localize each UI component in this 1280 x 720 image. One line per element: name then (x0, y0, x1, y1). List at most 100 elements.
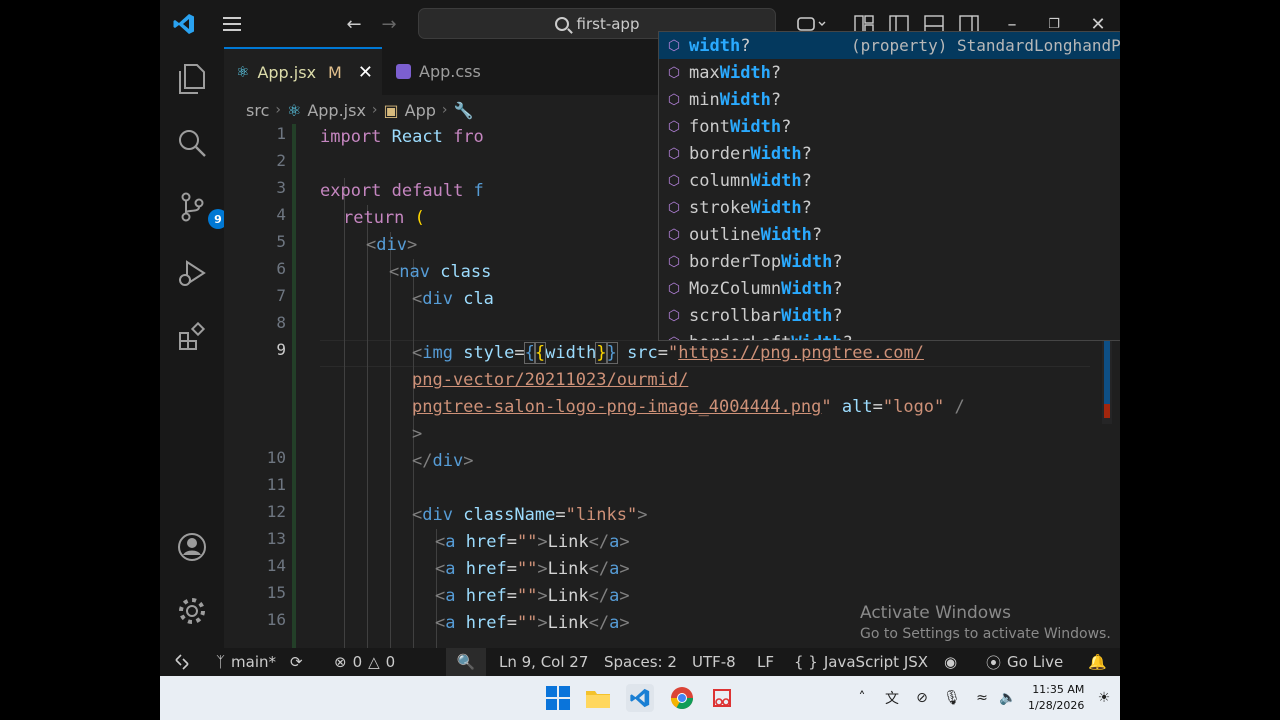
line-number: 11 (266, 475, 286, 494)
suggestion-item[interactable]: ⬡ border Width? (659, 140, 1120, 167)
property-icon: ⬡ (667, 226, 681, 243)
git-branch-icon: ᛉ (216, 653, 226, 671)
suggestion-item[interactable]: ⬡ stroke Width? (659, 194, 1120, 221)
code-line: export default f (320, 181, 484, 201)
line-number: 13 (266, 529, 286, 548)
problems-status[interactable]: ⊗ 0 △ 0 (334, 648, 395, 676)
suggestion-detail: (property) StandardLonghandProperties… (851, 36, 1120, 55)
notifications-bell-icon[interactable]: 🔔 (1088, 648, 1107, 676)
network-off-icon[interactable]: ⊘ (908, 684, 936, 712)
line-number: 3 (276, 178, 286, 197)
status-bar: ᛉ main* ⟳ ⊗ 0 △ 0 🔍 Ln 9, Col 27 Spaces:… (160, 648, 1120, 676)
property-icon: ⬡ (659, 335, 689, 341)
code-line: <div className="links"> (412, 505, 648, 525)
suggestion-item[interactable]: ⬡ borderTop Width? (659, 248, 1120, 275)
property-icon: ⬡ (667, 145, 681, 162)
code-line: <nav class (389, 262, 492, 282)
indentation-status[interactable]: Spaces: 2 (604, 648, 677, 676)
file-explorer-icon[interactable] (584, 684, 612, 712)
windows-start-icon[interactable] (544, 684, 572, 712)
property-icon: ⬡ (667, 118, 681, 135)
settings-gear-icon[interactable] (174, 593, 210, 629)
suggestion-item[interactable]: ⬡ min Width? (659, 86, 1120, 113)
speaker-icon[interactable]: 🔈 (994, 684, 1022, 712)
wifi-icon[interactable]: ≈ (968, 684, 996, 712)
copilot-status-icon[interactable]: ◉ (944, 648, 957, 676)
snipping-tool-icon[interactable] (708, 684, 736, 712)
property-icon: ⬡ (667, 199, 681, 216)
microphone-icon[interactable]: 🎙 (938, 684, 966, 712)
extensions-icon[interactable] (174, 319, 210, 355)
chrome-icon[interactable] (668, 684, 696, 712)
clock-date: 1/28/2026 (1028, 699, 1085, 712)
vscode-taskbar-icon[interactable] (626, 684, 654, 712)
encoding-status[interactable]: UTF-8 (692, 648, 736, 676)
suggestion-item[interactable]: ⬡ font Width? (659, 113, 1120, 140)
watermark-title: Activate Windows (860, 603, 1011, 623)
remote-icon[interactable] (174, 648, 190, 676)
property-icon: ⬡ (667, 172, 681, 189)
suggestion-item[interactable]: ⬡ scrollbar Width? (659, 302, 1120, 329)
suggestion-item[interactable]: ⬡ width? (property) StandardLonghandProp… (659, 32, 1120, 59)
line-number: 9 (276, 340, 286, 359)
suggestion-item[interactable]: ⬡ max Width? (659, 59, 1120, 86)
breadcrumb-file[interactable]: App.jsx (307, 101, 366, 120)
git-gutter (292, 124, 296, 648)
breadcrumb: src › ⚛ App.jsx › ▣ App › 🔧 (246, 97, 473, 123)
watermark-subtitle: Go to Settings to activate Windows. (860, 626, 1111, 642)
line-number: 12 (266, 502, 286, 521)
notification-center-icon[interactable]: ☀ (1090, 684, 1118, 712)
code-line: return ( (343, 208, 425, 228)
suggestion-item[interactable]: ⬡ column Width? (659, 167, 1120, 194)
branch-status[interactable]: ᛉ main* (216, 648, 276, 676)
warning-icon: △ (368, 653, 380, 671)
code-line: <a href="">Link</a> (435, 559, 630, 579)
code-line-wrap: > (412, 424, 423, 444)
breadcrumb-symbol[interactable]: App (405, 101, 436, 120)
sync-icon[interactable]: ⟳ (290, 648, 303, 676)
breadcrumb-folder[interactable]: src (246, 101, 269, 120)
close-tab-icon[interactable]: ✕ (358, 62, 373, 83)
line-number: 8 (276, 313, 286, 332)
line-number: 10 (266, 448, 286, 467)
language-input-icon[interactable]: 文 (878, 684, 906, 712)
property-icon: ⬡ (667, 91, 681, 108)
code-line-wrap: pngtree-salon-logo-png-image_4004444.png… (412, 397, 965, 417)
code-line-current: <img style={{width}} src="https://png.pn… (412, 342, 924, 364)
search-icon (554, 16, 569, 31)
line-number: 7 (276, 286, 286, 305)
search-icon[interactable] (174, 125, 210, 161)
property-icon: ⬡ (667, 280, 681, 297)
autocomplete-suggestions: ⬡ width? (property) StandardLonghandProp… (658, 31, 1120, 341)
code-line: import React fro (320, 127, 484, 147)
overview-ruler-error-mark (1104, 404, 1110, 418)
suggestion-item[interactable]: ⬡ MozColumn Width? (659, 275, 1120, 302)
language-mode[interactable]: { } JavaScript JSX (794, 648, 928, 676)
account-icon[interactable] (174, 529, 210, 565)
chevron-up-icon[interactable]: ˄ (848, 684, 876, 712)
source-control-icon[interactable]: 9 (174, 189, 228, 229)
modified-indicator: M (328, 62, 342, 82)
suggestion-item[interactable]: ⬡ outline Width? (659, 221, 1120, 248)
property-icon: ⬡ (667, 37, 681, 54)
system-clock[interactable]: 11:35 AM 1/28/2026 (1028, 682, 1084, 714)
cursor-position[interactable]: Ln 9, Col 27 (499, 648, 588, 676)
tab-app-css[interactable]: App.css (384, 47, 493, 95)
code-line-wrap: png-vector/20211023/ourmid/ (412, 370, 689, 390)
forward-arrow-icon[interactable]: → (375, 10, 403, 38)
windows-taskbar: ˄ 文 ⊘ 🎙 ≈ 🔈 11:35 AM 1/28/2026 ☀ (160, 676, 1120, 720)
line-number: 16 (266, 610, 286, 629)
suggestion-item[interactable]: ⬡borderLeftWidth? (659, 329, 1120, 341)
line-number: 14 (266, 556, 286, 575)
zoom-icon[interactable]: 🔍 (446, 648, 486, 676)
explorer-icon[interactable] (174, 61, 210, 97)
go-live-button[interactable]: ⦿ Go Live (986, 648, 1063, 676)
command-center-label: first-app (576, 14, 640, 33)
menu-icon[interactable] (218, 10, 246, 38)
react-icon: ⚛ (286, 100, 302, 120)
run-debug-icon[interactable] (174, 255, 210, 291)
back-arrow-icon[interactable]: ← (340, 10, 368, 38)
activate-windows-watermark: Activate Windows Go to Settings to activ… (860, 603, 1111, 642)
tab-app-jsx[interactable]: ⚛ App.jsx M ✕ (224, 47, 382, 95)
eol-status[interactable]: LF (757, 648, 774, 676)
